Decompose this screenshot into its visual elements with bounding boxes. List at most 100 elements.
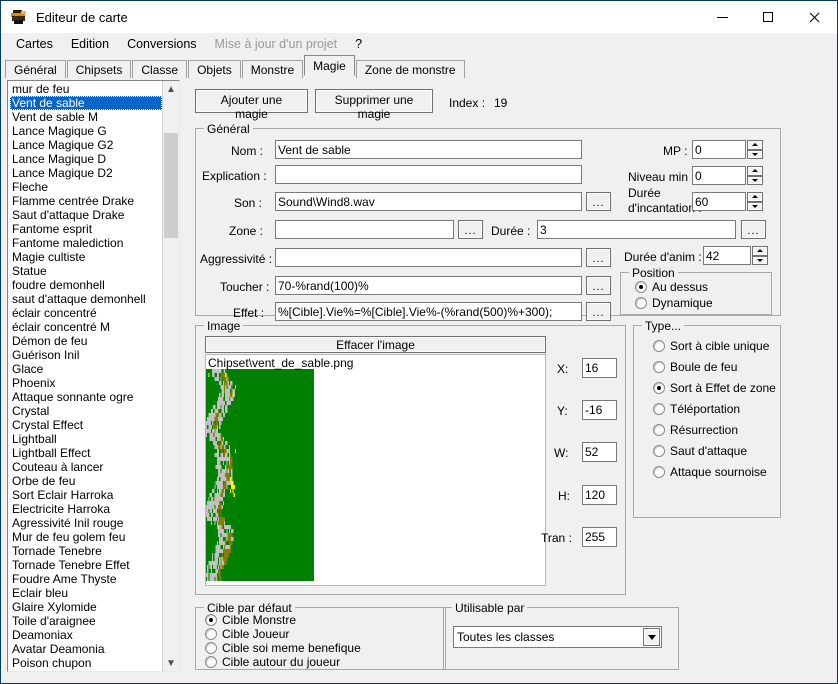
toucher-browse-button[interactable]: ...	[586, 276, 611, 295]
radio-cible-soi-meme-benefique[interactable]: Cible soi meme benefique	[205, 641, 361, 655]
radio-dynamique[interactable]: Dynamique	[635, 296, 713, 310]
aggressivite-browse-button[interactable]: ...	[586, 248, 611, 267]
list-item[interactable]: éclair concentré M	[10, 320, 162, 334]
niveau-min-spin-up-icon[interactable]	[747, 166, 763, 176]
list-item[interactable]: Magie cultiste	[10, 250, 162, 264]
niveau-min-input[interactable]	[692, 166, 746, 185]
list-item[interactable]: éclair concentré	[10, 306, 162, 320]
radio-teleportation[interactable]: Téléportation	[653, 402, 740, 416]
image-preview-frame[interactable]	[205, 354, 546, 586]
mp-spin-down-icon[interactable]	[747, 150, 763, 160]
list-item[interactable]: Saut d'attaque Drake	[10, 208, 162, 222]
list-item[interactable]: Orbe de feu	[10, 474, 162, 488]
list-item[interactable]: Tornade Tenebre	[10, 544, 162, 558]
scrollbar-thumb[interactable]	[164, 133, 178, 238]
spell-listbox[interactable]: mur de feuVent de sableVent de sable MLa…	[7, 80, 180, 672]
radio-cible-monstre[interactable]: Cible Monstre	[205, 613, 296, 627]
radio-attaque-sournoise[interactable]: Attaque sournoise	[653, 465, 767, 479]
minimize-button[interactable]	[699, 1, 745, 33]
radio-saut-dattaque[interactable]: Saut d'attaque	[653, 444, 747, 458]
spell-list-scrollbar[interactable]: ▲ ▼	[162, 81, 179, 671]
list-item[interactable]: Fantome esprit	[10, 222, 162, 236]
zone-browse-button[interactable]: ...	[458, 220, 483, 239]
list-item[interactable]: Lance Magique G	[10, 124, 162, 138]
list-item[interactable]: Electricite Harroka	[10, 502, 162, 516]
tab-magie[interactable]: Magie	[304, 55, 355, 76]
duree-incantation-spinner[interactable]	[747, 192, 763, 211]
list-item[interactable]: Flamme centrée Drake	[10, 194, 162, 208]
list-item[interactable]: Avatar Deamonia	[10, 642, 162, 656]
image-x-input[interactable]	[582, 358, 617, 378]
radio-resurrection[interactable]: Résurrection	[653, 423, 738, 437]
list-item[interactable]: Lance Magique D2	[10, 166, 162, 180]
clear-image-button[interactable]: Effacer l'image	[205, 336, 546, 353]
nom-input[interactable]	[275, 140, 582, 159]
image-h-input[interactable]	[582, 485, 617, 505]
list-item[interactable]: saut d'attaque demonhell	[10, 292, 162, 306]
image-y-input[interactable]	[582, 400, 617, 420]
list-item[interactable]: Deamoniax	[10, 628, 162, 642]
list-item[interactable]: Phoenix	[10, 376, 162, 390]
toucher-input[interactable]	[275, 276, 582, 295]
list-item[interactable]: Vent de sable	[10, 96, 162, 110]
list-item[interactable]: Poison chupon	[10, 656, 162, 670]
niveau-min-spin-down-icon[interactable]	[747, 176, 763, 186]
mp-spin-up-icon[interactable]	[747, 140, 763, 150]
list-item[interactable]: foudre demonhell	[10, 278, 162, 292]
list-item[interactable]: Sort Eclair Harroka	[10, 488, 162, 502]
list-item[interactable]: Avatar Chaos	[10, 670, 162, 672]
list-item[interactable]: Eclair bleu	[10, 586, 162, 600]
list-item[interactable]: Lightball	[10, 432, 162, 446]
list-item[interactable]: Mur de feu golem feu	[10, 530, 162, 544]
son-input[interactable]	[275, 192, 582, 211]
list-item[interactable]: Glace	[10, 362, 162, 376]
list-item[interactable]: Vent de sable M	[10, 110, 162, 124]
list-item[interactable]: mur de feu	[10, 82, 162, 96]
scroll-up-icon[interactable]: ▲	[163, 81, 179, 97]
list-item[interactable]: Lance Magique D	[10, 152, 162, 166]
niveau-min-spinner[interactable]	[747, 166, 763, 185]
radio-cible-joueur[interactable]: Cible Joueur	[205, 627, 289, 641]
usable-by-select[interactable]: Toutes les classes	[453, 626, 662, 648]
explication-input[interactable]	[275, 165, 582, 184]
son-browse-button[interactable]: ...	[586, 192, 611, 211]
effet-browse-button[interactable]: ...	[586, 302, 611, 321]
mp-spinner[interactable]	[747, 140, 763, 159]
chevron-down-icon[interactable]	[643, 628, 660, 646]
list-item[interactable]: Crystal Effect	[10, 418, 162, 432]
list-item[interactable]: Statue	[10, 264, 162, 278]
zone-input[interactable]	[275, 220, 454, 239]
close-button[interactable]	[791, 1, 837, 33]
list-item[interactable]: Foudre Ame Thyste	[10, 572, 162, 586]
list-item[interactable]: Lance Magique G2	[10, 138, 162, 152]
duree-anim-spin-down-icon[interactable]	[752, 256, 768, 266]
radio-sort-effet-de-zone[interactable]: Sort à Effet de zone	[653, 381, 776, 395]
radio-cible-autour-du-joueur[interactable]: Cible autour du joueur	[205, 655, 340, 669]
list-item[interactable]: Lightball Effect	[10, 446, 162, 460]
add-spell-button[interactable]: Ajouter une magie	[195, 89, 308, 113]
list-item[interactable]: Crystal	[10, 404, 162, 418]
list-item[interactable]: Agressivité Inil rouge	[10, 516, 162, 530]
list-item[interactable]: Guérison Inil	[10, 348, 162, 362]
menu-help[interactable]: ?	[346, 35, 371, 54]
menu-conversions[interactable]: Conversions	[118, 35, 205, 54]
duree-incantation-input[interactable]	[692, 192, 746, 211]
effet-input[interactable]	[275, 302, 582, 321]
scroll-down-icon[interactable]: ▼	[163, 655, 179, 671]
aggressivite-input[interactable]	[275, 248, 582, 267]
duree-anim-spinner[interactable]	[752, 246, 768, 265]
image-w-input[interactable]	[582, 442, 617, 462]
list-item[interactable]: Fleche	[10, 180, 162, 194]
delete-spell-button[interactable]: Supprimer une magie	[315, 89, 433, 113]
duree-incantation-spin-up-icon[interactable]	[747, 192, 763, 202]
maximize-button[interactable]	[745, 1, 791, 33]
duree-anim-spin-up-icon[interactable]	[752, 246, 768, 256]
radio-au-dessus[interactable]: Au dessus	[635, 280, 708, 294]
radio-sort-cible-unique[interactable]: Sort à cible unique	[653, 339, 769, 353]
list-item[interactable]: Toile d'araignee	[10, 614, 162, 628]
duree-anim-input[interactable]	[703, 246, 751, 265]
menu-cartes[interactable]: Cartes	[7, 35, 62, 54]
list-item[interactable]: Couteau à lancer	[10, 460, 162, 474]
list-item[interactable]: Glaire Xylomide	[10, 600, 162, 614]
list-item[interactable]: Démon de feu	[10, 334, 162, 348]
